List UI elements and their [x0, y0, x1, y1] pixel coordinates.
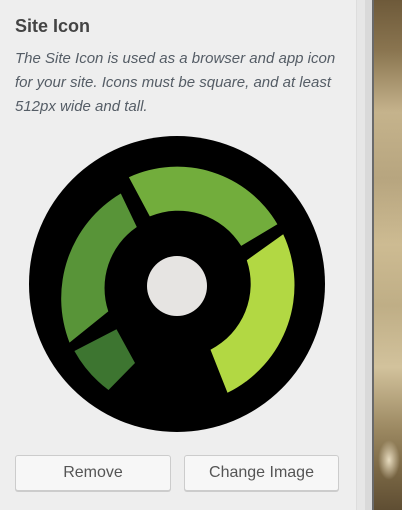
panel-scrollbar-gutter: [365, 0, 372, 510]
site-icon-panel: Site Icon The Site Icon is used as a bro…: [0, 0, 356, 510]
customizer-root: Site Icon The Site Icon is used as a bro…: [0, 0, 402, 510]
icon-center-dot: [147, 256, 207, 316]
site-icon-description: The Site Icon is used as a browser and a…: [15, 50, 336, 115]
preview-highlight: [378, 440, 400, 480]
change-image-button[interactable]: Change Image: [184, 455, 339, 491]
site-icon-preview: [28, 135, 326, 433]
panel-edge: [356, 0, 365, 510]
site-icon-title: Site Icon: [15, 16, 91, 36]
site-preview-strip: [372, 0, 402, 510]
remove-button[interactable]: Remove: [15, 455, 171, 491]
site-icon-image: [29, 136, 325, 432]
